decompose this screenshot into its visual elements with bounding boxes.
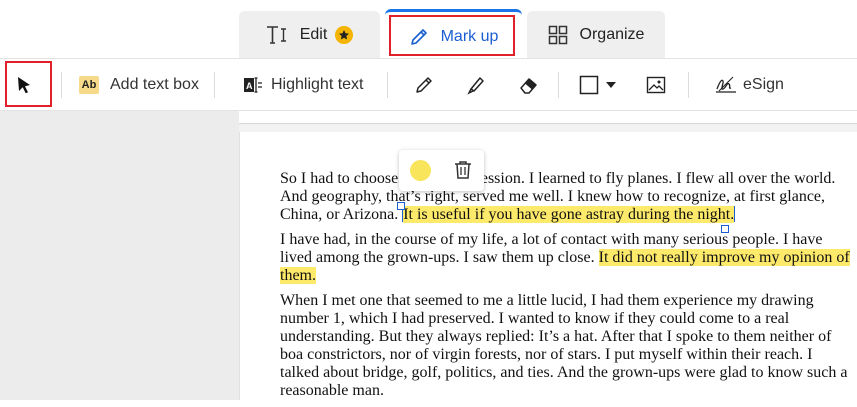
grid-icon	[548, 25, 568, 45]
paragraph-1: So I had to choose another profession. I…	[280, 170, 855, 224]
tab-edit-label: Edit	[299, 25, 328, 43]
markup-toolbar: Ab Add text box A Highlight text eSign	[0, 58, 857, 111]
pencil-icon	[416, 77, 432, 93]
selection-handle-end[interactable]	[721, 225, 729, 233]
image-icon	[646, 76, 666, 94]
highlighted-text-1[interactable]: It is useful if you have gone astray dur…	[403, 206, 735, 223]
previous-page-edge	[239, 111, 857, 124]
markup-tab-highlight-box	[389, 15, 515, 56]
paragraph-3: When I met one that seemed to me a littl…	[280, 292, 848, 399]
tab-organize-label: Organize	[579, 25, 645, 43]
tab-edit[interactable]: Edit	[239, 11, 380, 58]
marker-icon	[467, 77, 484, 95]
caret-down-icon	[606, 82, 616, 88]
eraser-tool-button[interactable]	[518, 59, 540, 111]
add-text-box-label: Add text box	[110, 76, 199, 93]
pencil-tool-button[interactable]	[414, 59, 434, 111]
paragraph-2: I have had, in the course of my life, a …	[280, 231, 855, 285]
highlight-text-label: Highlight text	[271, 76, 364, 93]
rectangle-shape-icon	[579, 75, 599, 95]
add-text-icon: Ab	[79, 76, 99, 94]
premium-star-icon	[335, 25, 354, 44]
marker-tool-button[interactable]	[466, 59, 486, 111]
highlight-popup-menu	[399, 150, 484, 191]
text-edit-icon	[266, 25, 288, 45]
tab-organize[interactable]: Organize	[527, 11, 665, 58]
delete-highlight-button[interactable]	[454, 160, 472, 185]
highlight-text-button[interactable]: A Highlight text	[243, 59, 364, 111]
highlight-color-button[interactable]	[410, 160, 431, 181]
add-text-box-button[interactable]: Ab Add text box	[79, 59, 199, 111]
svg-text:A: A	[246, 81, 253, 91]
document-text[interactable]: So I had to choose another profession. I…	[280, 170, 855, 407]
eraser-icon	[520, 78, 537, 94]
selection-handle-start[interactable]	[397, 202, 405, 210]
esign-label: eSign	[743, 76, 784, 93]
shape-tool-dropdown[interactable]	[579, 59, 617, 111]
select-tool-highlight-box	[5, 61, 52, 107]
signature-icon	[716, 76, 736, 93]
selection-end-caret	[734, 206, 736, 222]
highlight-text-icon: A	[244, 77, 262, 93]
left-gutter	[0, 111, 239, 400]
insert-image-button[interactable]	[646, 59, 666, 111]
esign-button[interactable]: eSign	[715, 59, 784, 111]
trash-icon	[455, 161, 471, 179]
